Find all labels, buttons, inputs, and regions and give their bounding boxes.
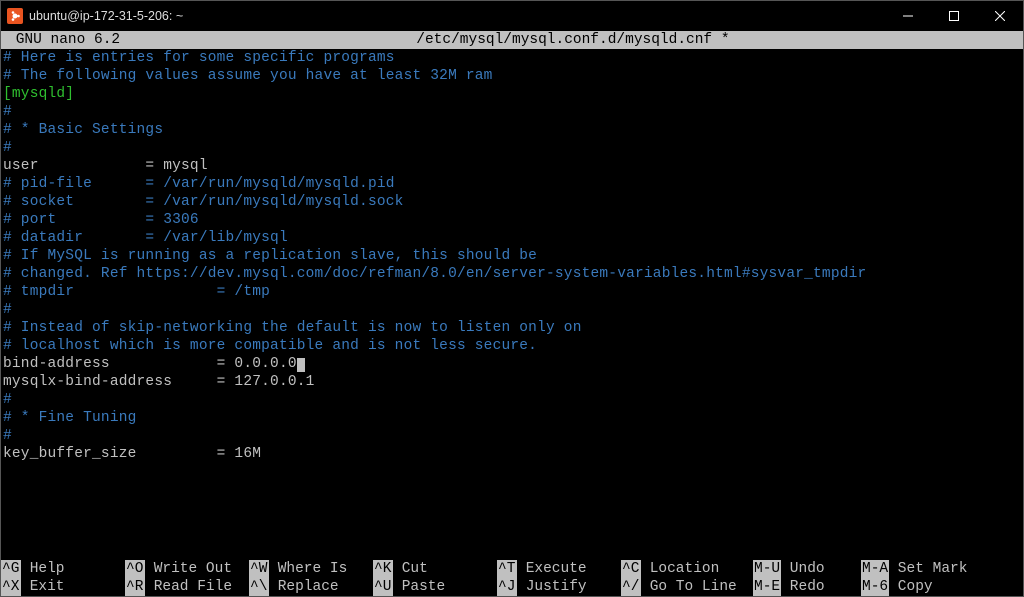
editor-line: # Here is entries for some specific prog…	[3, 49, 1021, 67]
nano-version: GNU nano 6.2	[1, 31, 129, 49]
shortcut-cell: ^W Where Is	[249, 560, 373, 578]
shortcut-key: ^G	[1, 560, 21, 578]
editor-line: mysqlx-bind-address = 127.0.0.1	[3, 373, 1021, 391]
shortcut-label: Undo	[781, 560, 825, 578]
shortcut-cell: ^/ Go To Line	[621, 578, 753, 596]
shortcut-key: M-U	[753, 560, 781, 578]
editor-line: # pid-file = /var/run/mysqld/mysqld.pid	[3, 175, 1021, 193]
shortcut-key: M-6	[861, 578, 889, 596]
editor-line: # The following values assume you have a…	[3, 67, 1021, 85]
close-button[interactable]	[977, 1, 1023, 31]
editor-line: # port = 3306	[3, 211, 1021, 229]
maximize-button[interactable]	[931, 1, 977, 31]
editor-content[interactable]: # Here is entries for some specific prog…	[1, 49, 1023, 560]
nano-file-path: /etc/mysql/mysql.conf.d/mysqld.cnf *	[129, 31, 1017, 49]
editor-line: # datadir = /var/lib/mysql	[3, 229, 1021, 247]
shortcut-key: ^T	[497, 560, 517, 578]
shortcut-cell: ^J Justify	[497, 578, 621, 596]
editor-line: #	[3, 427, 1021, 445]
editor-line: user = mysql	[3, 157, 1021, 175]
nano-header-right	[1017, 31, 1023, 49]
shortcut-cell: M-E Redo	[753, 578, 861, 596]
editor-line: #	[3, 391, 1021, 409]
shortcut-label: Read File	[145, 578, 232, 596]
shortcut-label: Execute	[517, 560, 587, 578]
shortcut-cell: M-A Set Mark	[861, 560, 1023, 578]
editor-line: # localhost which is more compatible and…	[3, 337, 1021, 355]
shortcut-cell: ^T Execute	[497, 560, 621, 578]
shortcut-cell: ^\ Replace	[249, 578, 373, 596]
shortcut-key: ^X	[1, 578, 21, 596]
shortcut-row: ^G Help^O Write Out^W Where Is^K Cut^T E…	[1, 560, 1023, 578]
shortcut-key: ^C	[621, 560, 641, 578]
shortcut-key: ^U	[373, 578, 393, 596]
shortcut-label: Redo	[781, 578, 825, 596]
terminal-window: ubuntu@ip-172-31-5-206: ~ GNU nano 6.2 /…	[0, 0, 1024, 597]
shortcut-label: Go To Line	[641, 578, 737, 596]
editor-line: # * Basic Settings	[3, 121, 1021, 139]
shortcut-cell: ^C Location	[621, 560, 753, 578]
editor-line: # * Fine Tuning	[3, 409, 1021, 427]
shortcut-cell: M-U Undo	[753, 560, 861, 578]
shortcut-cell: ^X Exit	[1, 578, 125, 596]
shortcut-label: Paste	[393, 578, 445, 596]
shortcut-key: ^/	[621, 578, 641, 596]
shortcut-key: ^J	[497, 578, 517, 596]
ubuntu-icon	[7, 8, 23, 24]
shortcut-cell: ^O Write Out	[125, 560, 249, 578]
editor-line: # tmpdir = /tmp	[3, 283, 1021, 301]
window-titlebar[interactable]: ubuntu@ip-172-31-5-206: ~	[1, 1, 1023, 31]
shortcut-key: ^W	[249, 560, 269, 578]
shortcut-label: Cut	[393, 560, 428, 578]
shortcut-label: Set Mark	[889, 560, 967, 578]
shortcut-cell: ^K Cut	[373, 560, 497, 578]
shortcut-key: ^K	[373, 560, 393, 578]
editor-line: # If MySQL is running as a replication s…	[3, 247, 1021, 265]
editor-line: bind-address = 0.0.0.0	[3, 355, 1021, 373]
editor-line: # socket = /var/run/mysqld/mysqld.sock	[3, 193, 1021, 211]
shortcut-label: Exit	[21, 578, 65, 596]
shortcut-key: ^R	[125, 578, 145, 596]
shortcut-key: ^O	[125, 560, 145, 578]
shortcut-cell: ^R Read File	[125, 578, 249, 596]
window-controls	[885, 1, 1023, 31]
shortcut-cell: ^U Paste	[373, 578, 497, 596]
editor-line: [mysqld]	[3, 85, 1021, 103]
editor-line: key_buffer_size = 16M	[3, 445, 1021, 463]
shortcut-key: M-E	[753, 578, 781, 596]
shortcut-label: Replace	[269, 578, 339, 596]
shortcut-cell: ^G Help	[1, 560, 125, 578]
shortcut-cell: M-6 Copy	[861, 578, 1023, 596]
window-title: ubuntu@ip-172-31-5-206: ~	[29, 9, 885, 23]
editor-line: # Instead of skip-networking the default…	[3, 319, 1021, 337]
shortcut-key: ^\	[249, 578, 269, 596]
shortcut-label: Justify	[517, 578, 587, 596]
shortcut-row: ^X Exit^R Read File^\ Replace^U Paste^J …	[1, 578, 1023, 596]
text-cursor	[297, 358, 305, 372]
shortcut-label: Help	[21, 560, 65, 578]
shortcut-label: Where Is	[269, 560, 347, 578]
shortcut-label: Copy	[889, 578, 933, 596]
nano-shortcut-bar: ^G Help^O Write Out^W Where Is^K Cut^T E…	[1, 560, 1023, 596]
shortcut-key: M-A	[861, 560, 889, 578]
editor-line: #	[3, 103, 1021, 121]
editor-line: #	[3, 301, 1021, 319]
shortcut-label: Write Out	[145, 560, 232, 578]
minimize-button[interactable]	[885, 1, 931, 31]
editor-line: # changed. Ref https://dev.mysql.com/doc…	[3, 265, 1021, 283]
nano-header-bar: GNU nano 6.2 /etc/mysql/mysql.conf.d/mys…	[1, 31, 1023, 49]
shortcut-label: Location	[641, 560, 719, 578]
editor-line: #	[3, 139, 1021, 157]
